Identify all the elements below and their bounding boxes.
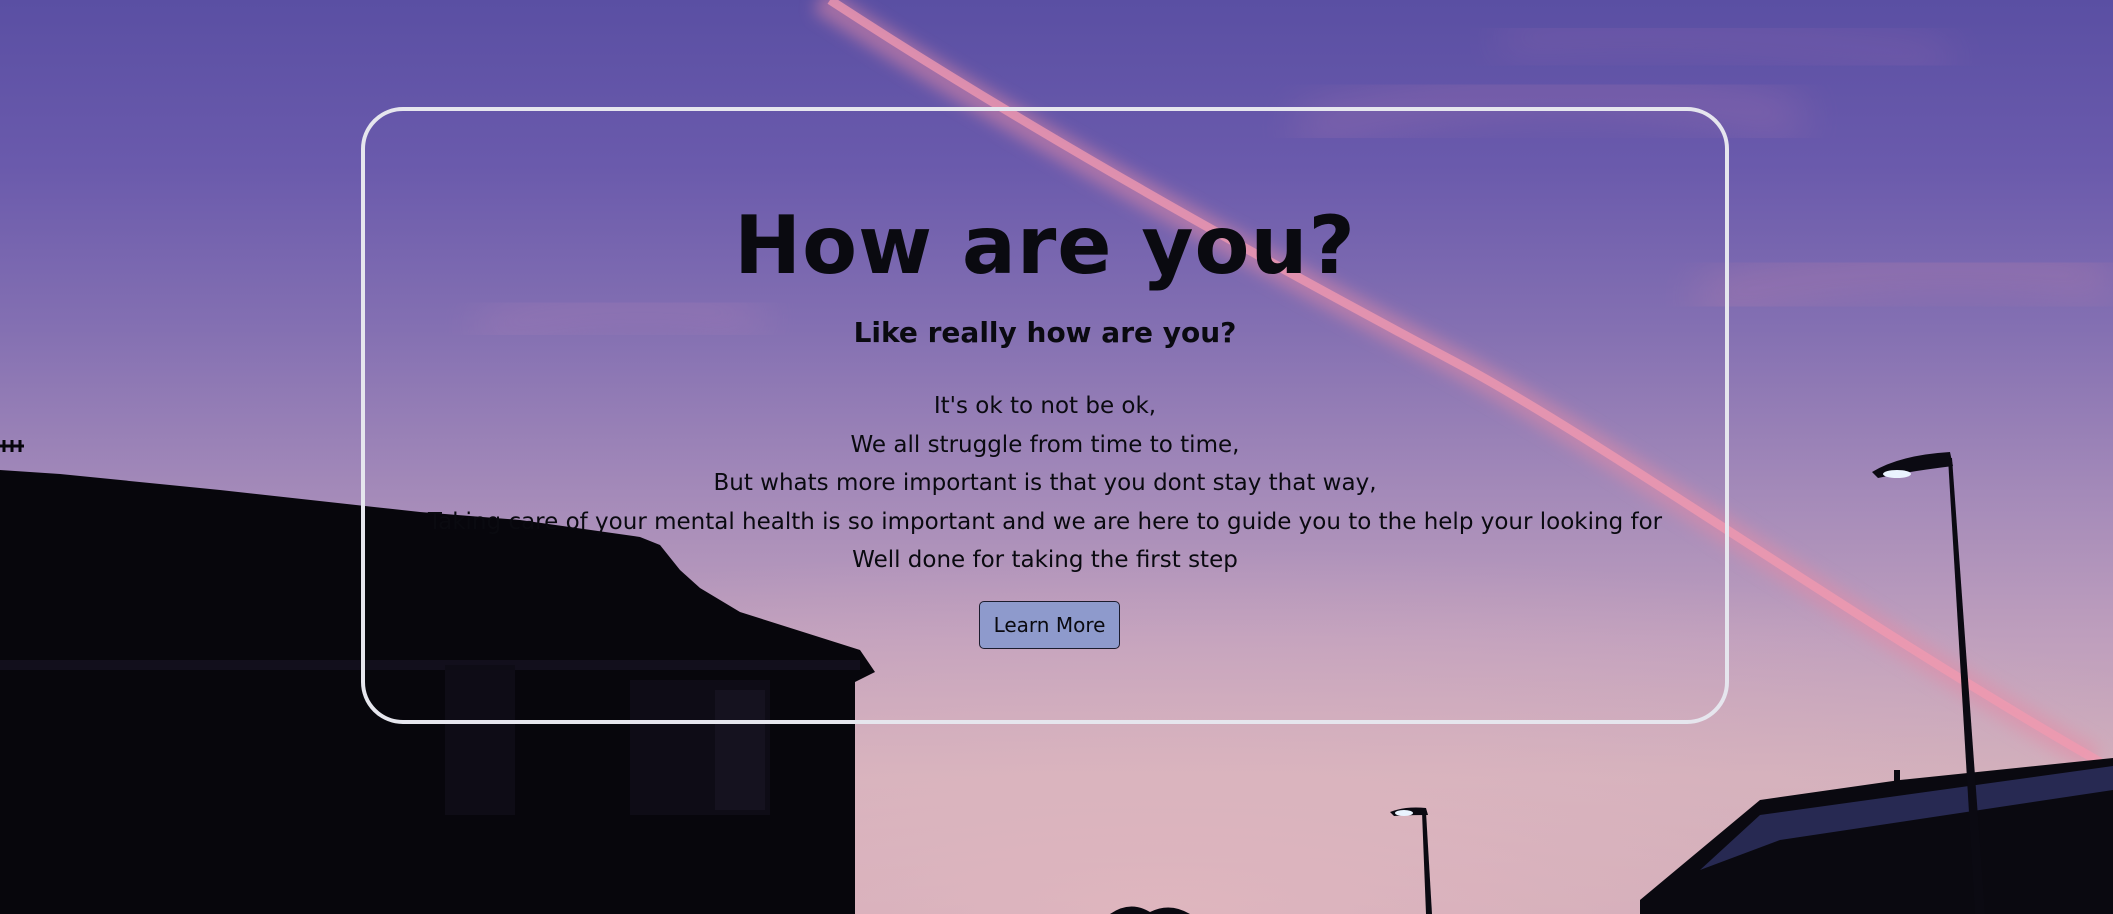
intro-line: We all struggle from time to time, [850, 431, 1240, 458]
intro-line: Well done for taking the first step [852, 547, 1238, 573]
page-title: How are you? [734, 199, 1356, 292]
intro-line: But whats more important is that you don… [713, 470, 1377, 496]
intro-line: It's ok to not be ok, [933, 393, 1157, 419]
page-subtitle: Like really how are you? [853, 316, 1237, 349]
intro-text: It's ok to not be ok, We all struggle fr… [365, 387, 1725, 580]
learn-more-button[interactable]: Learn More [979, 601, 1120, 649]
intro-card: How are you? Like really how are you? It… [361, 107, 1729, 724]
hero-section: How are you? Like really how are you? It… [0, 0, 2113, 914]
intro-line: Taking care of your mental health is so … [427, 508, 1663, 535]
